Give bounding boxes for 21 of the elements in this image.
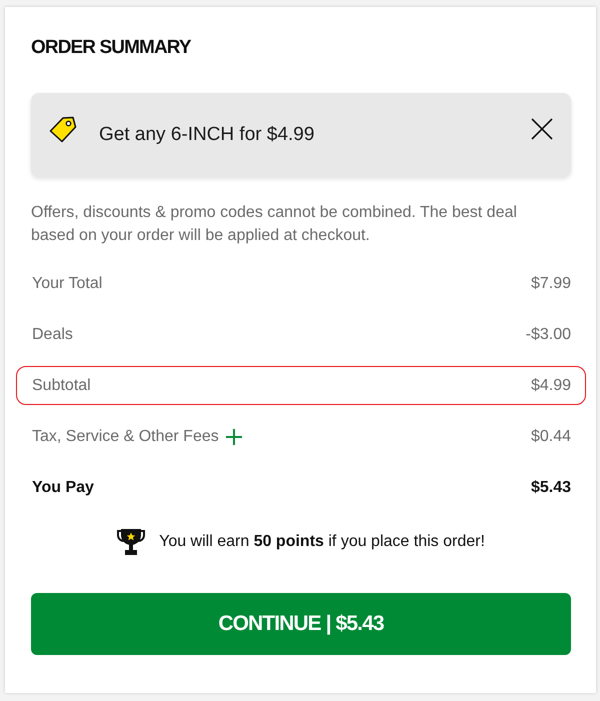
close-icon	[531, 118, 553, 140]
plus-icon	[226, 428, 242, 444]
trophy-icon	[117, 528, 146, 556]
row-label: You Pay	[32, 478, 94, 496]
row-amount: $5.43	[530, 478, 571, 496]
row-label: Deals	[32, 326, 73, 344]
price-tag-icon	[49, 116, 77, 142]
promo-text: Get any 6-INCH for $4.99	[99, 124, 316, 146]
row-amount: -$3.00	[526, 326, 571, 344]
expand-fees-button[interactable]	[226, 428, 242, 444]
order-summary-title: ORDER SUMMARY	[31, 36, 192, 60]
rewards-message: You will earn 50 points if you place this order!	[159, 533, 485, 551]
row-label: Tax, Service & Other Fees	[32, 428, 219, 446]
row-amount: $7.99	[530, 274, 571, 292]
row-label: Subtotal	[32, 376, 91, 394]
disclaimer-text: Offers, discounts & promo codes cannot be combined. The best deal based on your order will be applied at checkout.	[31, 203, 518, 246]
continue-button[interactable]: CONTINUE | $5.43	[31, 593, 571, 655]
row-amount: $0.44	[530, 428, 571, 446]
row-amount: $4.99	[530, 376, 571, 394]
row-label: Your Total	[32, 274, 102, 292]
close-button[interactable]	[531, 118, 553, 140]
